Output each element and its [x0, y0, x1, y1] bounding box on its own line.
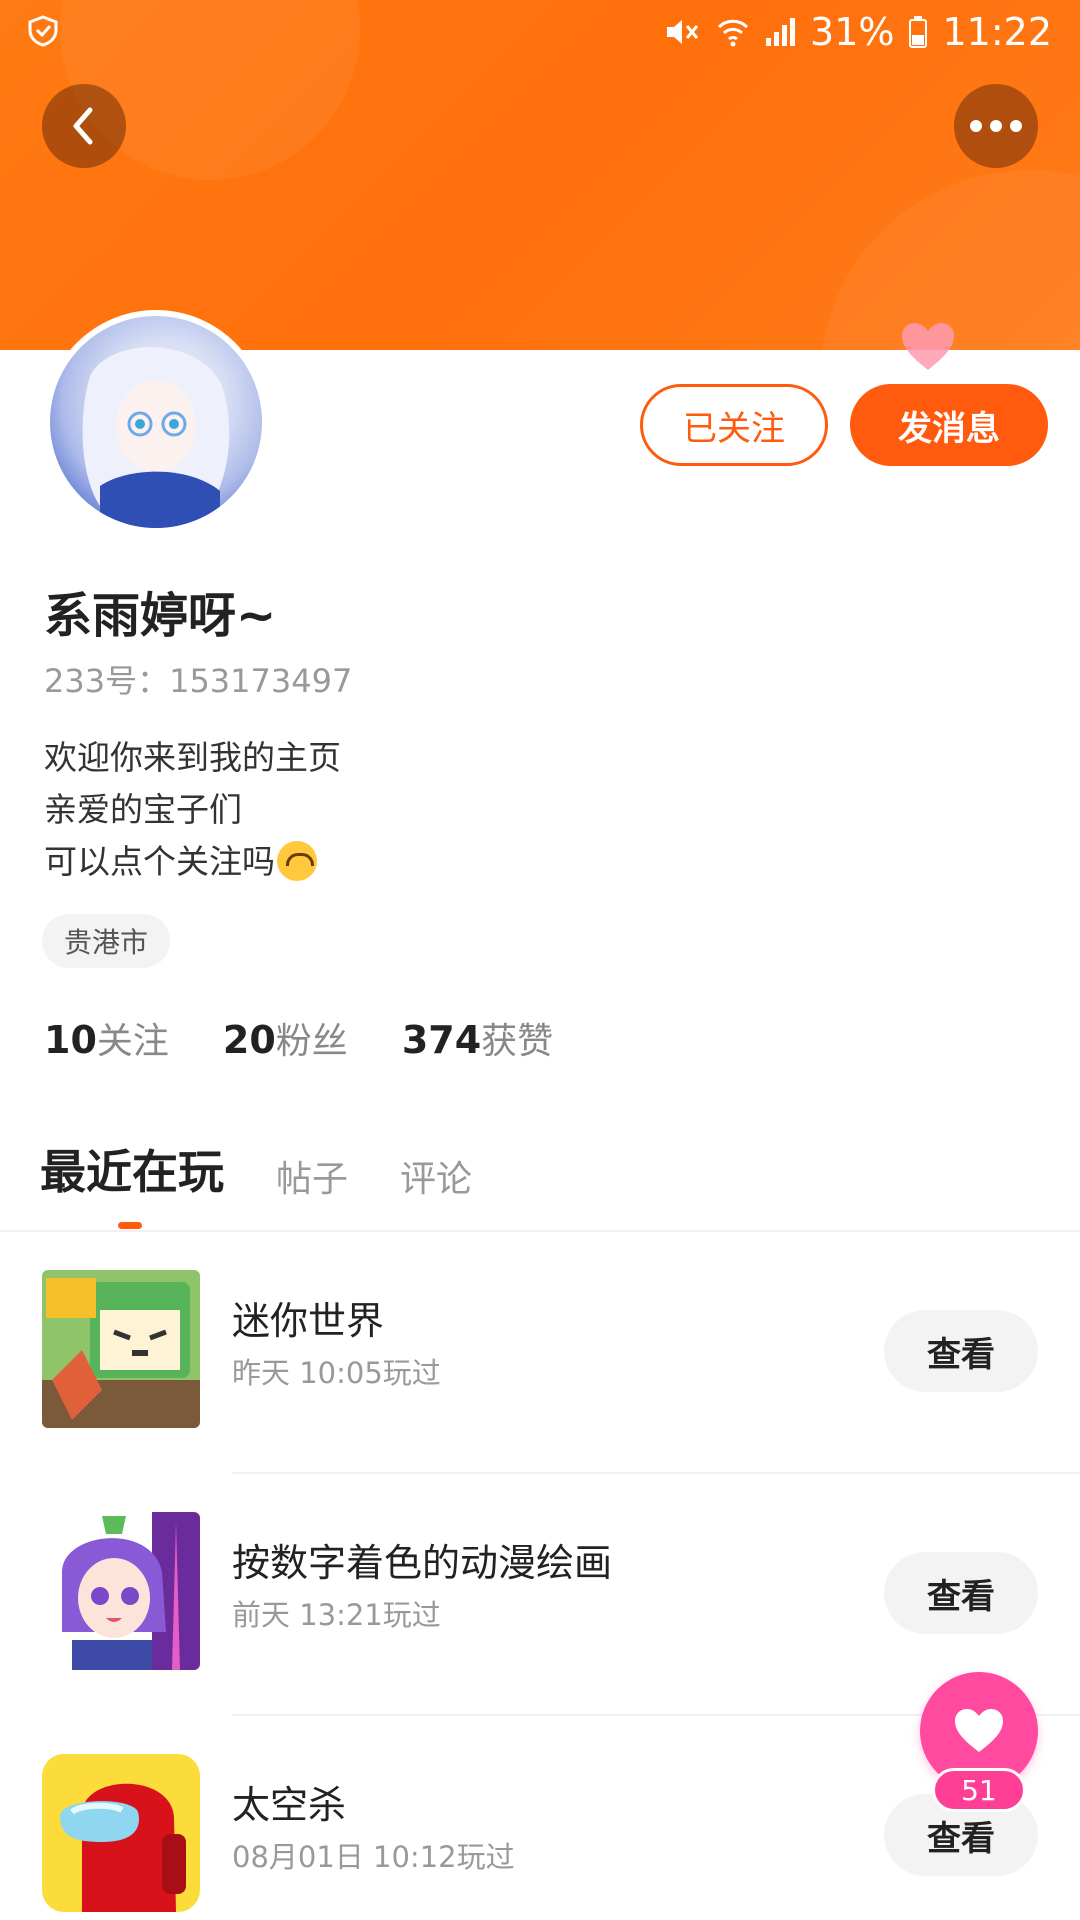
- view-button[interactable]: 查看: [884, 1310, 1038, 1392]
- stat-label: 获赞: [481, 1021, 554, 1062]
- bio-line-text: 可以点个关注吗: [44, 842, 275, 881]
- back-button[interactable]: [42, 84, 126, 168]
- game-last-played: 前天 13:21玩过: [232, 1598, 441, 1632]
- tab-indicator: [118, 1222, 142, 1229]
- battery-icon: [909, 16, 928, 48]
- tab-comments[interactable]: 评论: [400, 1150, 472, 1202]
- profile-id: 233号：153173497: [44, 662, 353, 700]
- view-button[interactable]: 查看: [884, 1552, 1038, 1634]
- chevron-left-icon: [73, 107, 93, 145]
- game-icon-among-us: [42, 1754, 200, 1912]
- bio-line: 亲爱的宝子们: [44, 784, 341, 836]
- stat-likes[interactable]: 374获赞: [402, 1012, 553, 1064]
- bio-line: 欢迎你来到我的主页: [44, 738, 341, 777]
- stat-followers[interactable]: 20粉丝: [223, 1012, 348, 1064]
- clock: 11:22: [942, 10, 1052, 54]
- mute-icon: [667, 20, 699, 44]
- wifi-icon: [717, 19, 749, 47]
- tab-recently-played[interactable]: 最近在玩: [40, 1136, 224, 1202]
- list-item[interactable]: 太空杀 08月01日 10:12玩过 查看: [0, 1716, 1080, 1920]
- status-bar: 31% 11:22: [0, 0, 1080, 64]
- stat-number: 20: [222, 1018, 276, 1062]
- signal-icon: [766, 18, 796, 46]
- avatar[interactable]: [44, 310, 268, 534]
- profile-name: 系雨婷呀~: [44, 588, 277, 644]
- heart-decoration-icon: [902, 323, 954, 370]
- bio-line-text: 亲爱的宝子们: [44, 790, 242, 829]
- stat-following[interactable]: 10关注: [44, 1012, 169, 1064]
- list-item[interactable]: 按数字着色的动漫绘画 前天 13:21玩过 查看: [0, 1474, 1080, 1716]
- bio-line: 可以点个关注吗: [44, 836, 341, 888]
- like-count-badge: 51: [932, 1768, 1026, 1812]
- more-button[interactable]: [954, 84, 1038, 168]
- avatar-image: [50, 316, 262, 528]
- followed-button[interactable]: 已关注: [640, 384, 828, 466]
- stat-number: 374: [401, 1018, 482, 1062]
- stat-number: 10: [44, 1018, 97, 1062]
- shield-icon: [28, 15, 58, 47]
- location-tag: 贵港市: [42, 914, 171, 968]
- profile-stats: 10关注 20粉丝 374获赞: [44, 1012, 553, 1064]
- game-title: 按数字着色的动漫绘画: [232, 1541, 613, 1585]
- game-icon-anime-coloring: [42, 1512, 200, 1670]
- battery-percent: 31%: [810, 10, 895, 54]
- stat-label: 粉丝: [275, 1021, 348, 1062]
- profile-bio: 欢迎你来到我的主页 亲爱的宝子们 可以点个关注吗: [44, 732, 341, 888]
- upside-down-face-emoji-icon: [277, 841, 317, 881]
- status-right: 31% 11:22: [664, 8, 1052, 56]
- content-tabs: 最近在玩 帖子 评论: [40, 1136, 472, 1202]
- game-last-played: 08月01日 10:12玩过: [232, 1840, 515, 1874]
- game-last-played: 昨天 10:05玩过: [232, 1356, 441, 1390]
- game-title: 迷你世界: [232, 1299, 385, 1343]
- game-title: 太空杀: [232, 1783, 347, 1827]
- game-icon-mini-world: [42, 1270, 200, 1428]
- list-item[interactable]: 迷你世界 昨天 10:05玩过 查看: [0, 1232, 1080, 1474]
- more-dots-icon: [970, 120, 1022, 132]
- heart-icon: [955, 1709, 1003, 1752]
- tab-posts[interactable]: 帖子: [276, 1150, 348, 1202]
- message-button[interactable]: 发消息: [850, 384, 1048, 466]
- stat-label: 关注: [96, 1021, 169, 1062]
